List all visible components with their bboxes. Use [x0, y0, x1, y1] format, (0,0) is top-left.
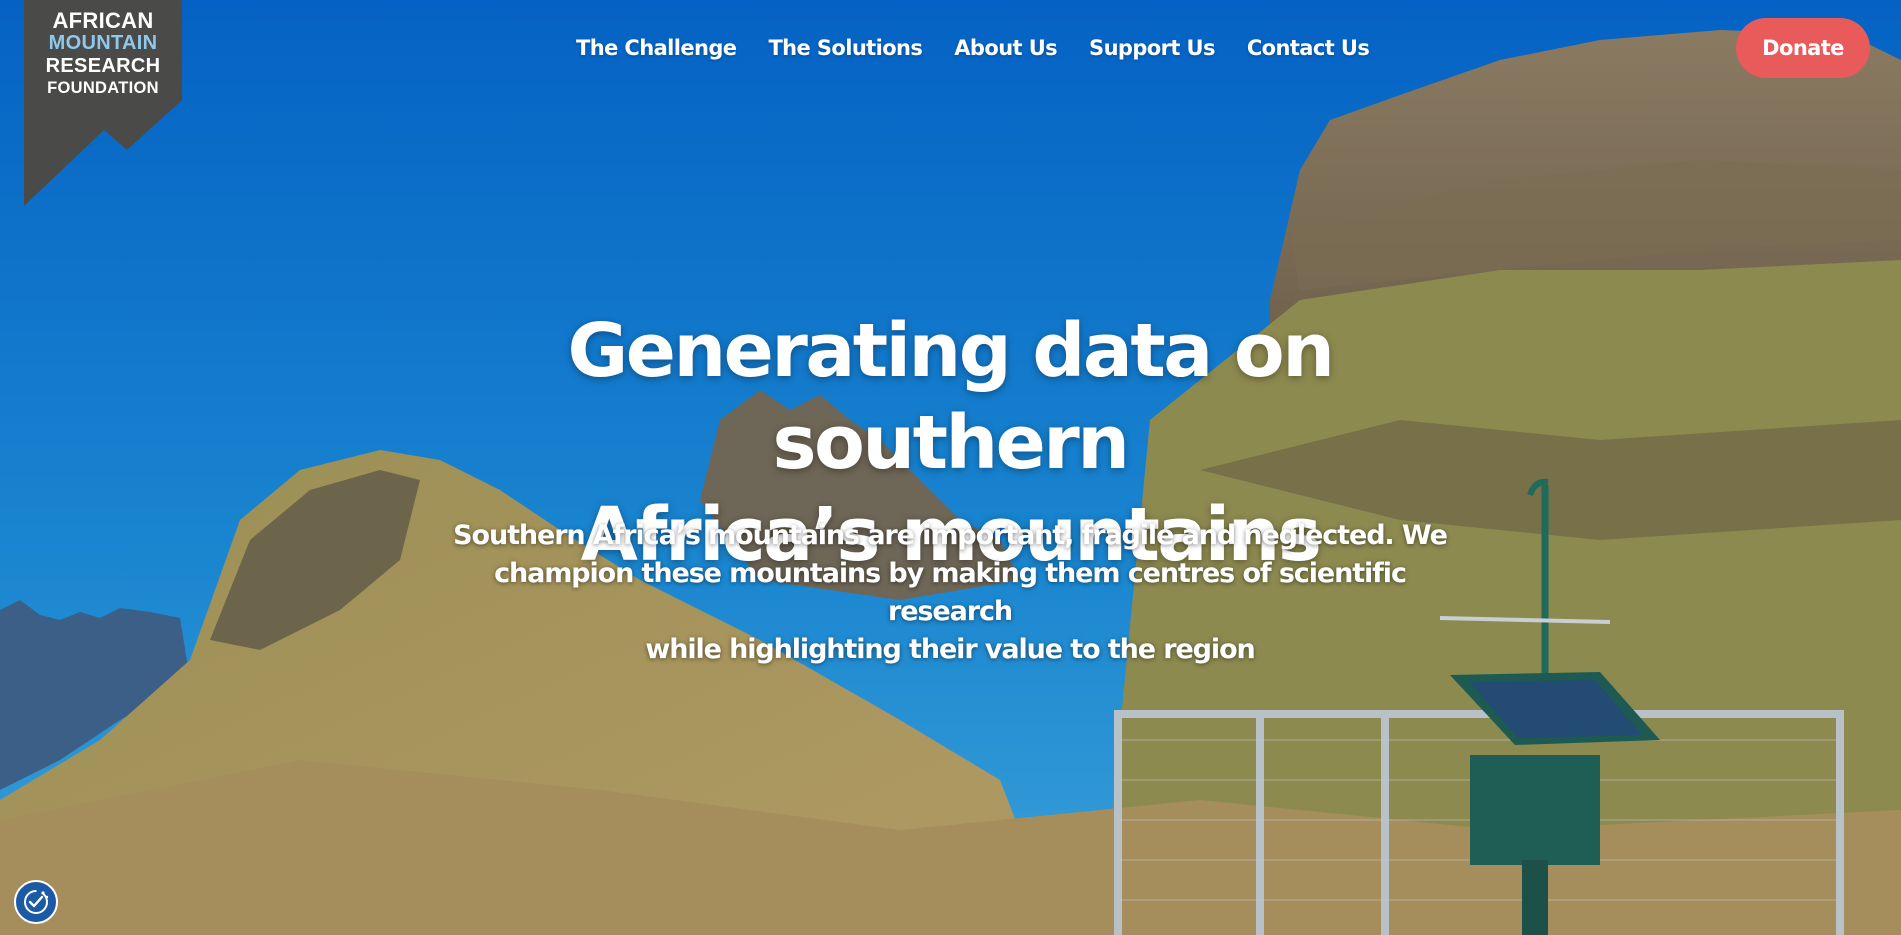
- nav-link-the-challenge[interactable]: The Challenge: [560, 32, 752, 64]
- hero-subtitle: Southern Africa’s mountains are importan…: [440, 517, 1460, 669]
- cookie-settings-icon: [24, 890, 49, 914]
- logo-line-african: AFRICAN: [52, 8, 154, 33]
- hero-subtitle-line-2: champion these mountains by making them …: [494, 558, 1407, 627]
- nav-link-the-solutions[interactable]: The Solutions: [752, 32, 938, 64]
- logo-line-research: RESEARCH: [45, 55, 161, 77]
- cookie-settings-button[interactable]: [14, 880, 58, 924]
- donate-button[interactable]: Donate: [1736, 18, 1870, 78]
- hero-title-line-1: Generating data on southern: [567, 308, 1335, 486]
- logo-line-mountain: MOUNTAIN: [48, 32, 158, 54]
- hero-subtitle-line-1: Southern Africa’s mountains are importan…: [453, 520, 1448, 551]
- nav-link-about-us[interactable]: About Us: [938, 32, 1073, 64]
- nav-link-contact-us[interactable]: Contact Us: [1231, 32, 1385, 64]
- site-logo[interactable]: AFRICAN MOUNTAIN RESEARCH FOUNDATION: [24, 0, 182, 208]
- nav-link-support-us[interactable]: Support Us: [1073, 32, 1231, 64]
- logo-line-foundation: FOUNDATION: [47, 79, 159, 97]
- hero-subtitle-line-3: while highlighting their value to the re…: [645, 634, 1255, 665]
- main-navigation: The Challenge The Solutions About Us Sup…: [560, 32, 1385, 64]
